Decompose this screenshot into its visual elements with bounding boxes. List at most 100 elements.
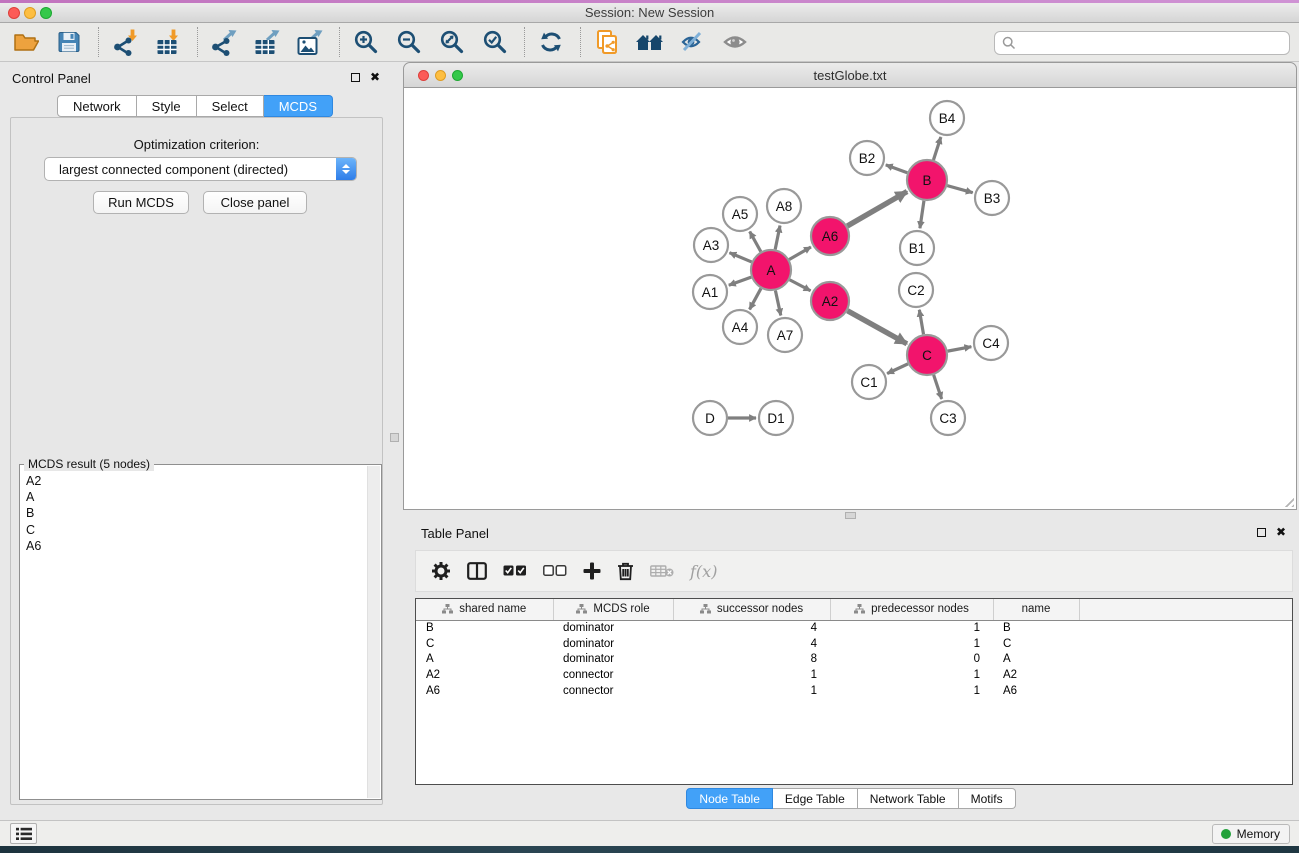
edge-A-A1[interactable]: [729, 277, 751, 285]
tab-mcds[interactable]: MCDS: [264, 95, 333, 117]
zoom-window-button[interactable]: [40, 7, 52, 19]
export-table-button[interactable]: [251, 27, 283, 57]
edge-B-B2[interactable]: [886, 165, 908, 173]
deselect-all-columns-button[interactable]: [543, 565, 567, 577]
node-B4[interactable]: B4: [930, 101, 964, 135]
table-cell[interactable]: A6: [993, 683, 1079, 699]
tab-select[interactable]: Select: [197, 95, 264, 117]
close-panel-button[interactable]: Close panel: [203, 191, 307, 214]
table-cell[interactable]: connector: [553, 683, 673, 699]
result-item[interactable]: B: [21, 505, 367, 521]
table-cell[interactable]: dominator: [553, 636, 673, 652]
criterion-dropdown[interactable]: largest connected component (directed): [44, 157, 357, 181]
add-column-button[interactable]: [583, 562, 601, 580]
mcds-result-list[interactable]: A2ABCA6: [21, 473, 367, 798]
export-image-button[interactable]: [294, 27, 326, 57]
first-neighbors-button[interactable]: [634, 27, 666, 57]
table-cell[interactable]: dominator: [553, 620, 673, 636]
close-window-button[interactable]: [8, 7, 20, 19]
show-all-button[interactable]: [720, 27, 752, 57]
result-scrollbar[interactable]: [367, 466, 380, 798]
network-window-titlebar[interactable]: testGlobe.txt: [403, 62, 1297, 88]
network-close-button[interactable]: [418, 70, 429, 81]
table-row[interactable]: Bdominator41B: [416, 620, 1292, 636]
table-cell[interactable]: A: [993, 652, 1079, 668]
tab-edge-table[interactable]: Edge Table: [773, 788, 858, 809]
edge-C-C3[interactable]: [934, 375, 942, 399]
node-C3[interactable]: C3: [931, 401, 965, 435]
tab-motifs[interactable]: Motifs: [959, 788, 1016, 809]
table-row[interactable]: Cdominator41C: [416, 636, 1292, 652]
column-header[interactable]: name: [993, 599, 1079, 620]
node-C1[interactable]: C1: [852, 365, 886, 399]
node-A1[interactable]: A1: [693, 275, 727, 309]
result-item[interactable]: A: [21, 489, 367, 505]
node-A7[interactable]: A7: [768, 318, 802, 352]
edge-A6-B[interactable]: [847, 191, 907, 226]
result-item[interactable]: A6: [21, 538, 367, 554]
node-A8[interactable]: A8: [767, 189, 801, 223]
column-header[interactable]: shared name: [416, 599, 553, 620]
node-D1[interactable]: D1: [759, 401, 793, 435]
network-canvas[interactable]: AA1A2A3A4A5A6A7A8BB1B2B3B4CC1C2C3C4DD1: [403, 88, 1297, 510]
result-item[interactable]: C: [21, 522, 367, 538]
delete-column-button[interactable]: [617, 562, 634, 581]
edge-A-A6[interactable]: [789, 247, 811, 260]
edge-B-B1[interactable]: [920, 201, 924, 228]
save-session-button[interactable]: [53, 27, 85, 57]
zoom-fit-button[interactable]: [436, 27, 468, 57]
float-table-panel-icon[interactable]: [1257, 528, 1266, 537]
table-cell[interactable]: B: [993, 620, 1079, 636]
node-B[interactable]: B: [907, 160, 947, 200]
edge-C-C1[interactable]: [887, 364, 908, 374]
table-cell[interactable]: A: [416, 652, 553, 668]
node-B1[interactable]: B1: [900, 231, 934, 265]
table-cell[interactable]: 1: [673, 667, 830, 683]
edge-A2-C[interactable]: [847, 311, 906, 344]
table-cell[interactable]: connector: [553, 667, 673, 683]
zoom-selected-button[interactable]: [479, 27, 511, 57]
table-cell[interactable]: dominator: [553, 652, 673, 668]
table-row[interactable]: Adominator80A: [416, 652, 1292, 668]
vertical-splitter-handle[interactable]: [390, 433, 399, 442]
export-network-button[interactable]: [208, 27, 240, 57]
search-field[interactable]: [994, 31, 1290, 55]
column-header[interactable]: predecessor nodes: [830, 599, 993, 620]
node-C[interactable]: C: [907, 335, 947, 375]
table-cell[interactable]: 1: [830, 683, 993, 699]
node-A3[interactable]: A3: [694, 228, 728, 262]
node-B2[interactable]: B2: [850, 141, 884, 175]
node-C2[interactable]: C2: [899, 273, 933, 307]
table-cell[interactable]: 1: [830, 636, 993, 652]
import-table-button[interactable]: [152, 27, 184, 57]
edge-B-B3[interactable]: [947, 186, 972, 193]
edge-A-A5[interactable]: [750, 231, 761, 251]
import-network-button[interactable]: [109, 27, 141, 57]
table-cell[interactable]: C: [416, 636, 553, 652]
table-cell[interactable]: 4: [673, 636, 830, 652]
table-cell[interactable]: C: [993, 636, 1079, 652]
node-C4[interactable]: C4: [974, 326, 1008, 360]
task-history-button[interactable]: [10, 823, 37, 844]
float-panel-icon[interactable]: [351, 73, 360, 82]
memory-button[interactable]: Memory: [1212, 824, 1290, 844]
tab-node-table[interactable]: Node Table: [686, 788, 773, 809]
close-panel-icon[interactable]: ✖: [370, 72, 380, 82]
table-cell[interactable]: A2: [416, 667, 553, 683]
node-A2[interactable]: A2: [811, 282, 849, 320]
edge-A-A2[interactable]: [790, 280, 811, 291]
table-cell[interactable]: 0: [830, 652, 993, 668]
table-cell[interactable]: A2: [993, 667, 1079, 683]
edge-B-B4[interactable]: [933, 137, 940, 160]
refresh-view-button[interactable]: [535, 27, 567, 57]
node-table[interactable]: shared nameMCDS rolesuccessor nodesprede…: [415, 598, 1293, 785]
tab-style[interactable]: Style: [137, 95, 197, 117]
table-row[interactable]: A6connector11A6: [416, 683, 1292, 699]
network-zoom-button[interactable]: [452, 70, 463, 81]
node-A4[interactable]: A4: [723, 310, 757, 344]
node-B3[interactable]: B3: [975, 181, 1009, 215]
network-graph[interactable]: AA1A2A3A4A5A6A7A8BB1B2B3B4CC1C2C3C4DD1: [404, 88, 1296, 509]
open-file-button[interactable]: [10, 27, 42, 57]
table-cell[interactable]: 1: [673, 683, 830, 699]
table-cell[interactable]: 1: [830, 667, 993, 683]
